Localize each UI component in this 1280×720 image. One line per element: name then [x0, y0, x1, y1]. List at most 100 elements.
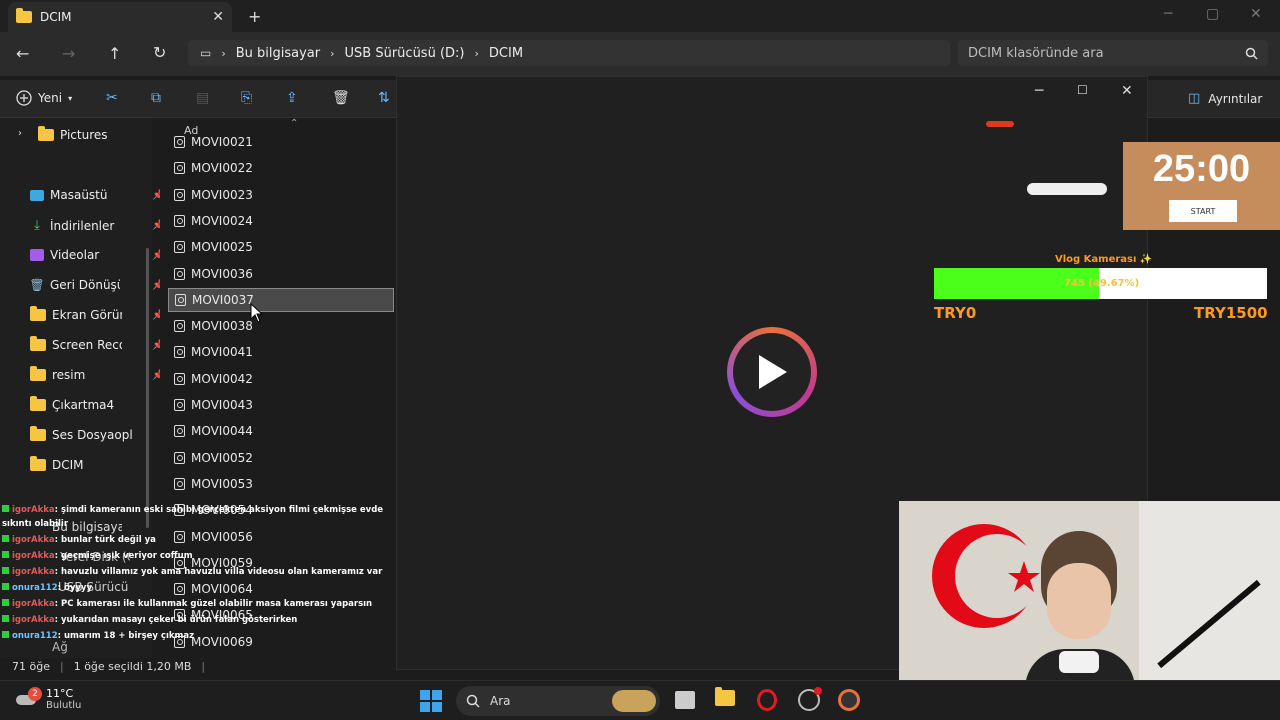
file-name: MOVI0041 [191, 345, 253, 360]
nav-item-ses-dosyalari[interactable]: Ses Dosyaopları [30, 426, 152, 442]
sort-icon[interactable]: ⇅ [378, 90, 390, 106]
close-button[interactable]: ✕ [1250, 6, 1262, 22]
up-icon[interactable]: ↑ [108, 44, 121, 63]
file-row[interactable]: MOVI0044 [168, 419, 394, 443]
media-player-icon[interactable] [838, 689, 860, 711]
video-file-icon [174, 162, 185, 175]
file-name: MOVI0044 [191, 424, 253, 439]
chat-text: : bunlar türk değil ya [54, 535, 156, 545]
share-icon[interactable]: ⇪ [286, 90, 298, 106]
file-row[interactable]: MOVI0043 [168, 393, 394, 417]
breadcrumb-item[interactable]: Bu bilgisayar [236, 46, 320, 61]
file-row[interactable]: MOVI0052 [168, 446, 394, 470]
file-row[interactable]: MOVI0038 [168, 314, 394, 338]
timer-start-button[interactable]: START [1169, 200, 1237, 222]
goal-progress-bar: 745 (49.67%) [934, 268, 1267, 299]
player-minimize-button[interactable]: ─ [1035, 83, 1043, 99]
weather-widget[interactable]: 2 11°C Bulutlu [14, 687, 81, 711]
badge-icon [2, 535, 9, 542]
chat-text: : PC kamerası ile kullanmak güzel olabil… [54, 599, 373, 609]
file-explorer-icon[interactable] [715, 687, 735, 709]
weather-desc: Bulutlu [46, 700, 82, 711]
nav-item-recycle-bin[interactable]: 🗑Geri Dönüşüm📌 [29, 278, 164, 292]
video-file-icon [174, 372, 185, 385]
badge-icon [2, 551, 9, 558]
desktop-icon [30, 189, 44, 201]
nav-item-screenshots[interactable]: Ekran Görüntü📌 [30, 306, 164, 322]
nav-item-resim[interactable]: resim 📌 [30, 366, 164, 382]
file-row[interactable]: MOVI0037 [168, 287, 394, 312]
file-row[interactable]: MOVI0022 [168, 156, 394, 180]
file-row[interactable]: MOVI0041 [168, 340, 394, 364]
badge-icon [2, 599, 9, 606]
mini-controls[interactable] [1027, 183, 1107, 195]
paste-icon[interactable]: ▤ [196, 90, 209, 106]
player-maximize-button[interactable]: ☐ [1077, 83, 1088, 97]
nav-item-dcim[interactable]: DCIM [30, 456, 152, 472]
taskbar-search[interactable]: Ara [456, 686, 660, 716]
nav-item-downloads[interactable]: ⤓ İndirilenler 📌 [30, 218, 164, 233]
search-placeholder: DCIM klasöründe ara [968, 45, 1104, 61]
new-tab-button[interactable]: + [248, 7, 261, 26]
file-name: MOVI0036 [191, 266, 253, 281]
maximize-button[interactable]: ▢ [1206, 6, 1219, 22]
video-file-icon [174, 214, 185, 227]
breadcrumb[interactable]: ▭ › Bu bilgisayar › USB Sürücüsü (D:) › … [188, 40, 950, 66]
details-button[interactable]: ◫ Ayrıntılar [1188, 91, 1262, 106]
nav-item-desktop[interactable]: Masaüstü 📌 [30, 188, 164, 202]
nav-item-videos[interactable]: Videolar 📌 [30, 248, 164, 262]
badge-icon [2, 631, 9, 638]
nav-item-screen-recordings[interactable]: Screen Recorc📌 [30, 336, 164, 352]
item-count: 71 öğe [12, 659, 50, 673]
chat-username: igorAkka [12, 505, 55, 515]
breadcrumb-item[interactable]: USB Sürücüsü (D:) [345, 46, 465, 61]
windows-start-icon[interactable] [420, 690, 442, 712]
file-row[interactable]: MOVI0036 [168, 262, 394, 286]
nav-item-pictures[interactable]: Pictures [38, 126, 160, 142]
file-row[interactable]: MOVI0053 [168, 472, 394, 496]
new-button[interactable]: Yeni ▾ [16, 90, 72, 106]
monitor-icon: ▭ [200, 46, 212, 60]
delete-icon[interactable]: 🗑 [332, 90, 350, 106]
search-icon [466, 694, 480, 708]
streamer-face [1047, 563, 1111, 639]
nav-label: Masaüstü [50, 188, 108, 202]
file-row[interactable]: MOVI0025 [168, 235, 394, 259]
file-row[interactable]: MOVI0021 [168, 130, 394, 154]
refresh-icon[interactable]: ↻ [153, 43, 166, 62]
search-input[interactable]: DCIM klasöründe ara [958, 40, 1268, 66]
nav-scrollbar[interactable] [146, 248, 149, 528]
selection-info: 1 öğe seçildi 1,20 MB [73, 659, 192, 673]
play-button[interactable] [727, 327, 817, 417]
back-icon[interactable]: ← [16, 44, 29, 63]
opera-icon[interactable] [757, 689, 777, 711]
chevron-right-icon[interactable]: › [18, 128, 22, 139]
chevron-right-icon: › [330, 46, 335, 60]
chat-text: : umarım 18 + birşey çıkmaz [57, 631, 195, 641]
status-bar: 71 öğe | 1 öğe seçildi 1,20 MB | [0, 657, 395, 675]
video-file-icon [175, 293, 186, 306]
breadcrumb-item[interactable]: DCIM [489, 46, 523, 61]
task-view-icon[interactable] [675, 691, 695, 709]
goal-progress-text: 745 (49.67%) [1064, 278, 1140, 289]
cut-icon[interactable]: ✂ [106, 90, 118, 106]
chat-text: : öyyyy [57, 583, 92, 593]
file-name: MOVI0042 [191, 371, 253, 386]
badge-icon [2, 505, 9, 512]
nav-label: Pictures [60, 128, 108, 142]
file-row[interactable]: MOVI0042 [168, 367, 394, 391]
player-close-button[interactable]: ✕ [1121, 83, 1133, 99]
tab-dcim[interactable]: DCIM ✕ [8, 2, 232, 32]
file-row[interactable]: MOVI0024 [168, 209, 394, 233]
videos-icon [30, 249, 44, 261]
search-icon [1245, 47, 1258, 60]
file-name: MOVI0052 [191, 450, 253, 465]
copy-icon[interactable]: ⧉ [151, 90, 161, 106]
nav-item-cikartma4[interactable]: Çıkartma4 [30, 396, 152, 412]
title-bar: DCIM ✕ + ─ ▢ ✕ [0, 0, 1280, 32]
close-tab-icon[interactable]: ✕ [212, 9, 224, 25]
minimize-button[interactable]: ─ [1164, 6, 1172, 22]
forward-icon[interactable]: → [62, 44, 75, 63]
file-row[interactable]: MOVI0023 [168, 183, 394, 207]
rename-icon[interactable]: ⎘ [241, 90, 252, 106]
